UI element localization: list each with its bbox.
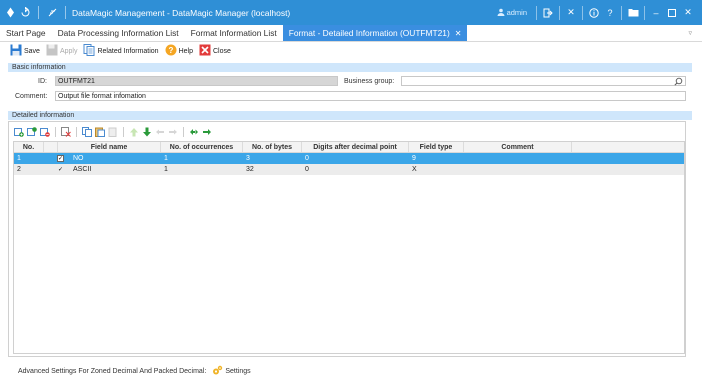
add-row-icon[interactable] (14, 127, 24, 137)
row-comment[interactable] (464, 164, 572, 175)
minimize-icon[interactable]: ‒ (648, 5, 664, 21)
field-grid: No. Field name No. of occurrences No. of… (13, 141, 685, 354)
indent-right-icon[interactable] (168, 127, 178, 137)
refresh-icon[interactable] (19, 7, 31, 19)
row-field-type[interactable]: 9 (409, 153, 464, 164)
insert-row-icon[interactable] (27, 127, 37, 137)
app-logo-icon (4, 7, 16, 19)
checkbox-checked-icon: ✓ (57, 166, 64, 173)
expand-icon[interactable] (202, 127, 212, 137)
column-header-field-type[interactable]: Field type (409, 142, 464, 152)
column-header-bytes[interactable]: No. of bytes (243, 142, 302, 152)
column-header-no[interactable]: No. (14, 142, 44, 152)
id-label: ID: (38, 78, 47, 85)
maximize-icon[interactable] (664, 5, 680, 21)
delete-row-icon[interactable] (40, 127, 50, 137)
tab-bar: Start Page Data Processing Information L… (0, 25, 702, 42)
row-field-name[interactable]: ASCII (70, 164, 161, 175)
window-title: DataMagic Management - DataMagic Manager… (72, 7, 291, 18)
column-header-check[interactable] (44, 142, 58, 152)
row-field-type[interactable]: X (409, 164, 464, 175)
row-checkbox[interactable]: ✓ (54, 164, 68, 175)
grid-header: No. Field name No. of occurrences No. of… (14, 142, 684, 153)
row-no: 2 (17, 166, 21, 173)
apply-icon (46, 44, 58, 58)
help-button[interactable]: ? Help (165, 44, 193, 58)
grid-toolbar (14, 126, 212, 138)
tab-format-info-list[interactable]: Format Information List (185, 25, 283, 41)
comment-label: Comment: (15, 93, 48, 100)
advanced-settings-bar: Advanced Settings For Zoned Decimal And … (18, 365, 251, 378)
title-divider (65, 6, 66, 19)
row-digits[interactable]: 0 (302, 153, 409, 164)
advanced-settings-label: Advanced Settings For Zoned Decimal And … (18, 368, 207, 375)
table-row[interactable]: 2 ✓ ASCII 1 32 0 X (14, 164, 684, 175)
paste-icon[interactable] (95, 127, 105, 137)
column-header-comment[interactable]: Comment (464, 142, 572, 152)
user-icon (497, 8, 505, 18)
comment-field[interactable]: Output file format infomation (55, 91, 686, 101)
logout-icon[interactable] (540, 5, 556, 21)
id-field: OUTFMT21 (55, 76, 338, 86)
feather-icon[interactable] (46, 7, 58, 19)
detailed-information-header: Detailed information (8, 111, 692, 120)
close-button[interactable]: Close (199, 44, 231, 58)
row-digits[interactable]: 0 (302, 164, 409, 175)
related-information-button[interactable]: Related Information (83, 44, 159, 58)
move-up-icon[interactable] (129, 127, 139, 137)
settings-button[interactable]: Settings (212, 365, 251, 378)
tools-icon[interactable]: ✕ (563, 5, 579, 21)
checkbox-checked-icon: ✓ (57, 155, 64, 162)
row-comment[interactable] (464, 153, 572, 164)
tab-data-processing-list[interactable]: Data Processing Information List (52, 25, 185, 41)
row-occurrences[interactable]: 1 (161, 153, 243, 164)
column-header-field-name[interactable]: Field name (58, 142, 161, 152)
row-checkbox[interactable]: ✓ (54, 153, 68, 164)
close-red-icon (199, 44, 211, 58)
save-button[interactable]: Save (10, 44, 40, 58)
paste-disabled-icon[interactable] (108, 127, 118, 137)
basic-information-header: Basic information (8, 63, 692, 72)
row-bytes[interactable]: 3 (243, 153, 302, 164)
help-circle-icon: ? (165, 44, 177, 58)
row-bytes[interactable]: 32 (243, 164, 302, 175)
business-group-field[interactable] (401, 76, 686, 86)
cut-icon[interactable] (61, 127, 71, 137)
collapse-icon[interactable] (189, 127, 199, 137)
row-field-name[interactable]: NO (70, 153, 161, 164)
title-divider (38, 6, 39, 19)
row-occurrences[interactable]: 1 (161, 164, 243, 175)
save-icon (10, 44, 22, 58)
tab-format-detail[interactable]: Format - Detailed Information (OUTFMT21)… (282, 25, 468, 41)
copy-icon[interactable] (82, 127, 92, 137)
column-header-digits[interactable]: Digits after decimal point (302, 142, 409, 152)
title-bar: DataMagic Management - DataMagic Manager… (0, 0, 702, 25)
business-group-label: Business group: (344, 78, 395, 85)
svg-text:?: ? (168, 46, 173, 55)
info-icon[interactable] (586, 5, 602, 21)
main-toolbar: Save Apply Related Information ? Help Cl… (10, 44, 231, 58)
table-row[interactable]: 1 ✓ NO 1 3 0 9 (14, 153, 684, 164)
indent-left-icon[interactable] (155, 127, 165, 137)
tab-close-icon[interactable]: ✕ (455, 29, 462, 38)
settings-gear-icon (212, 365, 223, 378)
column-header-occurrences[interactable]: No. of occurrences (161, 142, 243, 152)
folder-icon[interactable] (625, 5, 641, 21)
search-icon[interactable] (674, 77, 683, 88)
user-indicator[interactable]: admin (497, 8, 533, 18)
tab-start-page[interactable]: Start Page (0, 25, 52, 41)
tab-overflow-icon[interactable]: ▿ (688, 25, 702, 41)
apply-button[interactable]: Apply (46, 44, 77, 58)
related-information-icon (83, 44, 95, 58)
user-name: admin (506, 8, 527, 17)
close-window-icon[interactable]: ✕ (680, 5, 696, 21)
move-down-icon[interactable] (142, 127, 152, 137)
help-icon[interactable]: ? (602, 5, 618, 21)
row-no: 1 (17, 155, 21, 162)
